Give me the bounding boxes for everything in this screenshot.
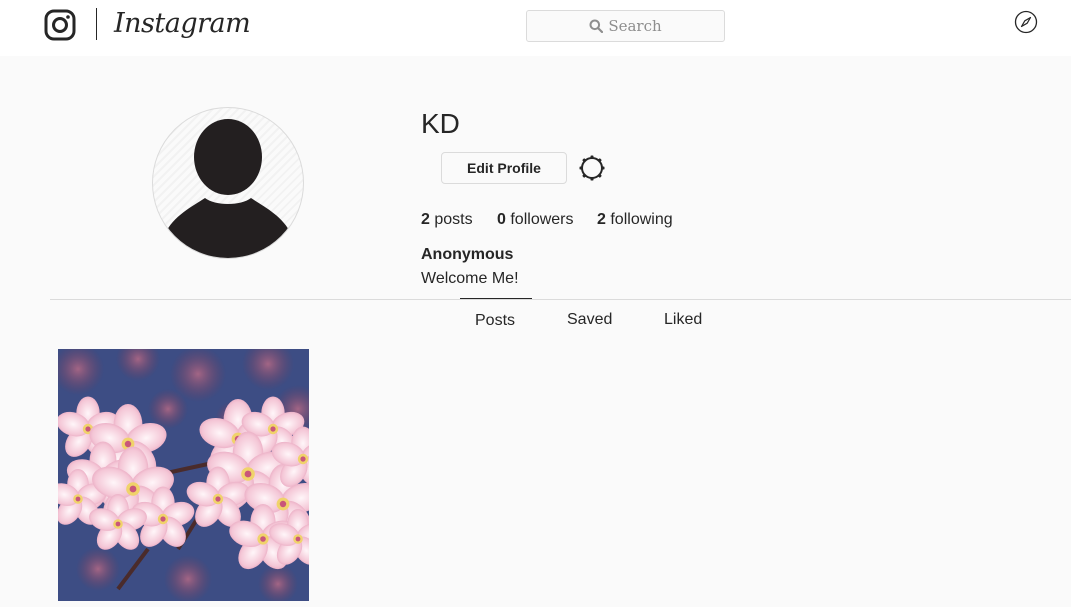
profile-username: KD	[421, 108, 460, 139]
active-tab-indicator	[460, 298, 532, 299]
stat-count: 2	[597, 211, 606, 228]
edit-profile-button[interactable]: Edit Profile	[441, 152, 567, 184]
profile-full-name: Anonymous	[421, 246, 514, 263]
tab-saved[interactable]: Saved	[567, 310, 612, 330]
top-navbar: Instagram Search	[0, 0, 1071, 56]
compass-icon[interactable]	[1014, 10, 1038, 34]
tab-liked[interactable]: Liked	[664, 310, 702, 330]
stat-label: posts	[434, 211, 473, 228]
instagram-wordmark[interactable]: Instagram	[114, 6, 251, 42]
tabs-divider	[50, 299, 1071, 300]
search-input[interactable]: Search	[526, 10, 725, 42]
default-user-icon	[165, 119, 291, 258]
logo-divider	[96, 8, 97, 40]
instagram-camera-icon[interactable]	[44, 9, 76, 41]
post-thumbnail[interactable]	[58, 349, 309, 601]
stat-count: 2	[421, 211, 430, 228]
avatar[interactable]	[152, 107, 304, 259]
following-link[interactable]: 2 following	[597, 210, 673, 230]
followers-link[interactable]: 0 followers	[497, 210, 574, 230]
stat-count: 0	[497, 211, 506, 228]
stat-label: followers	[510, 211, 574, 228]
profile-bio: Welcome Me!	[421, 270, 519, 287]
cherry-blossom-image	[58, 349, 309, 601]
posts-count: 2 posts	[421, 210, 473, 230]
gear-icon[interactable]	[578, 154, 606, 182]
tab-posts[interactable]: Posts	[475, 311, 515, 331]
search-icon	[589, 19, 604, 33]
stat-label: following	[610, 211, 673, 228]
search-placeholder: Search	[608, 17, 662, 35]
